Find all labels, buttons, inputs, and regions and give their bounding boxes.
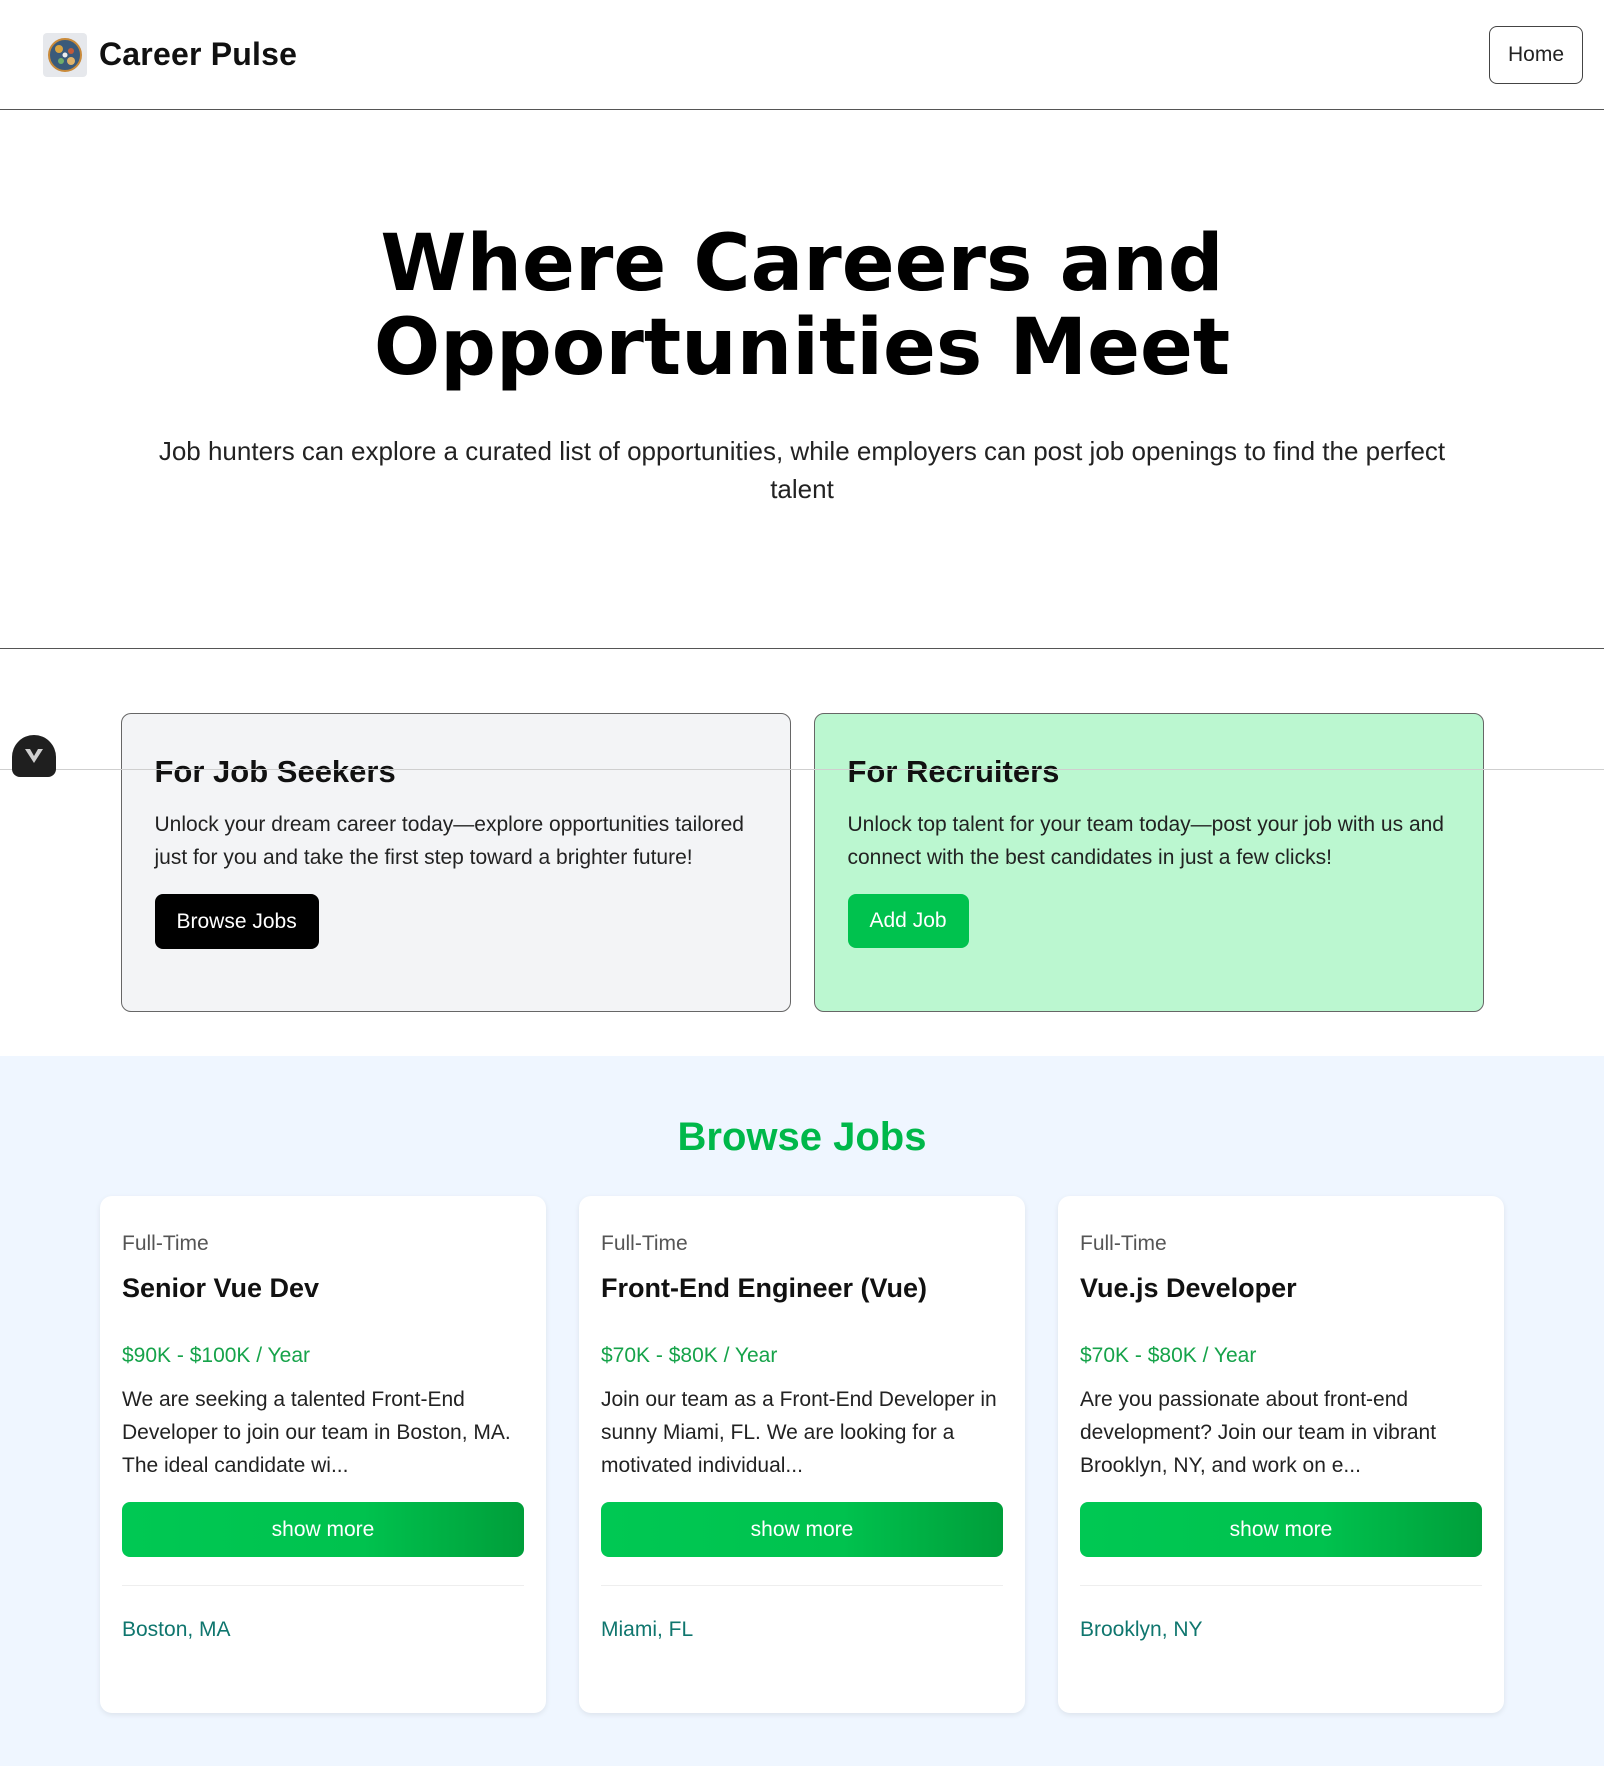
job-title: Front-End Engineer (Vue) xyxy=(601,1273,927,1303)
job-salary: $90K - $100K / Year xyxy=(122,1344,310,1367)
job-description: Are you passionate about front-end devel… xyxy=(1080,1388,1437,1477)
browse-jobs-heading: Browse Jobs xyxy=(677,1115,927,1159)
job-divider xyxy=(122,1585,524,1586)
job-description: Join our team as a Front-End Developer i… xyxy=(601,1388,997,1477)
recruiters-description: Unlock top talent for your team today—po… xyxy=(847,813,1444,869)
hero-title-line1: Where Careers and xyxy=(380,219,1224,309)
hero-title: Where Careers and Opportunities Meet xyxy=(0,222,1604,390)
brand-name: Career Pulse xyxy=(99,36,298,72)
role-cards: For Job Seekers Unlock your dream career… xyxy=(0,649,1604,1056)
job-card: Full-Time Vue.js Developer $70K - $80K /… xyxy=(1058,1196,1504,1713)
job-card: Full-Time Senior Vue Dev $90K - $100K / … xyxy=(100,1196,546,1713)
brand[interactable]: Career Pulse xyxy=(43,32,298,77)
job-title: Senior Vue Dev xyxy=(122,1273,320,1303)
browse-jobs-button[interactable]: Browse Jobs xyxy=(154,894,319,949)
add-job-button[interactable]: Add Job xyxy=(847,894,969,948)
show-more-button[interactable]: show more xyxy=(601,1502,1003,1557)
hero: Where Careers and Opportunities Meet Job… xyxy=(0,110,1604,649)
job-seekers-card: For Job Seekers Unlock your dream career… xyxy=(120,713,791,1012)
show-more-button[interactable]: show more xyxy=(122,1502,524,1557)
hero-title-line2: Opportunities Meet xyxy=(373,303,1231,393)
vue-devtools-icon[interactable] xyxy=(12,735,56,777)
show-more-button[interactable]: show more xyxy=(1080,1502,1482,1557)
nav-home-button[interactable]: Home xyxy=(1489,25,1583,84)
recruiters-card: For Recruiters Unlock top talent for you… xyxy=(813,713,1484,1012)
job-location: Miami, FL xyxy=(601,1618,694,1641)
browse-jobs-section: Browse Jobs Full-Time Senior Vue Dev $90… xyxy=(0,1056,1604,1766)
job-type: Full-Time xyxy=(601,1232,688,1255)
globe-logo-icon xyxy=(43,32,87,77)
hero-subtitle: Job hunters can explore a curated list o… xyxy=(158,436,1446,504)
job-divider xyxy=(601,1585,1003,1586)
job-location: Brooklyn, NY xyxy=(1080,1618,1203,1641)
job-salary: $70K - $80K / Year xyxy=(1080,1344,1257,1367)
job-salary: $70K - $80K / Year xyxy=(601,1344,778,1367)
job-card: Full-Time Front-End Engineer (Vue) $70K … xyxy=(579,1196,1025,1713)
job-location: Boston, MA xyxy=(122,1618,231,1641)
job-type: Full-Time xyxy=(1080,1232,1167,1255)
job-divider xyxy=(1080,1585,1482,1586)
job-description: We are seeking a talented Front-End Deve… xyxy=(122,1388,511,1477)
overlay-guide-line xyxy=(0,769,1604,770)
site-header: Career Pulse Home xyxy=(0,0,1604,110)
recruiters-title: For Recruiters xyxy=(847,754,1060,789)
job-type: Full-Time xyxy=(122,1232,209,1255)
job-title: Vue.js Developer xyxy=(1080,1273,1297,1303)
job-seekers-description: Unlock your dream career today—explore o… xyxy=(154,813,744,869)
job-list: Full-Time Senior Vue Dev $90K - $100K / … xyxy=(0,1196,1604,1713)
job-seekers-title: For Job Seekers xyxy=(154,754,396,789)
